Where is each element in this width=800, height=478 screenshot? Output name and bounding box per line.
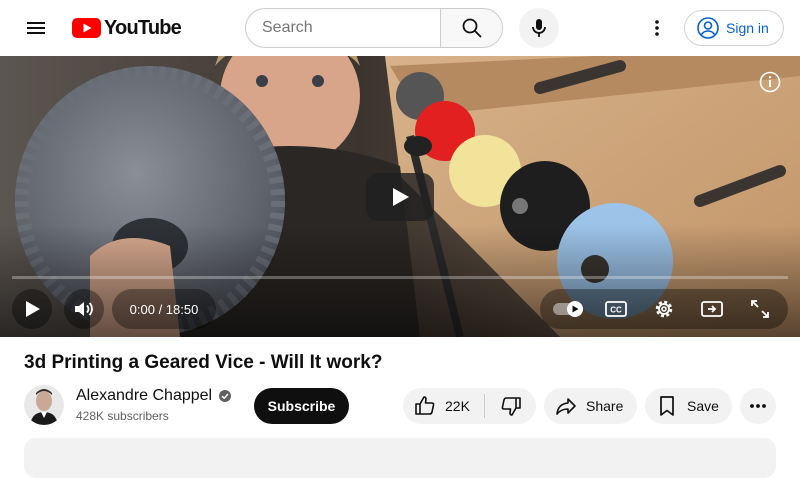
- more-horiz-icon: [750, 404, 766, 408]
- like-count: 22K: [445, 398, 470, 414]
- share-button[interactable]: Share: [544, 388, 637, 424]
- large-play-button[interactable]: [366, 173, 434, 221]
- thumbs-down-icon: [501, 397, 521, 416]
- masthead: YouTube Sign in: [0, 0, 800, 56]
- time-display: 0:00 / 18:50: [112, 289, 216, 329]
- fullscreen-button[interactable]: [748, 297, 772, 321]
- subscribe-button[interactable]: Subscribe: [254, 388, 349, 424]
- captions-icon: CC: [605, 301, 627, 317]
- youtube-logo[interactable]: YouTube: [72, 17, 182, 39]
- play-button[interactable]: [12, 289, 52, 329]
- play-icon: [393, 188, 409, 206]
- right-controls: CC: [540, 289, 788, 329]
- youtube-logo-icon: [72, 18, 101, 38]
- search-icon: [462, 18, 481, 38]
- miniplayer-button[interactable]: [700, 297, 724, 321]
- channel-name-text: Alexandre Chappel: [76, 387, 213, 404]
- dislike-button[interactable]: [485, 388, 536, 424]
- like-button[interactable]: 22K: [403, 388, 484, 424]
- save-label: Save: [687, 398, 719, 414]
- channel-avatar-image: [24, 385, 64, 425]
- video-player[interactable]: 0:00 / 18:50 CC: [0, 56, 800, 337]
- channel-avatar[interactable]: [24, 385, 64, 425]
- voice-search-button[interactable]: [519, 8, 559, 48]
- guide-menu-button[interactable]: [16, 8, 56, 48]
- settings-icon: [655, 300, 673, 318]
- search-button[interactable]: [440, 8, 503, 48]
- video-title: 3d Printing a Geared Vice - Will It work…: [24, 352, 383, 373]
- fullscreen-icon: [751, 300, 769, 318]
- search-input[interactable]: [245, 8, 440, 48]
- info-icon[interactable]: [758, 70, 782, 94]
- verified-icon: [219, 390, 232, 402]
- play-icon: [26, 301, 40, 317]
- share-icon: [556, 398, 576, 415]
- account-icon: [697, 17, 719, 39]
- volume-icon: [75, 302, 93, 316]
- svg-text:CC: CC: [610, 306, 622, 315]
- description-box[interactable]: [24, 438, 776, 478]
- channel-name[interactable]: Alexandre Chappel: [76, 387, 232, 405]
- more-vert-icon: [655, 20, 659, 36]
- youtube-logo-text: YouTube: [104, 17, 182, 39]
- share-label: Share: [586, 398, 624, 414]
- settings-button[interactable]: [652, 297, 676, 321]
- subscriber-count: 428K subscribers: [76, 409, 169, 423]
- captions-button[interactable]: CC: [604, 297, 628, 321]
- save-button[interactable]: Save: [645, 388, 732, 424]
- autoplay-toggle-icon: [553, 301, 583, 317]
- progress-bar[interactable]: [12, 276, 788, 279]
- mic-icon: [532, 19, 546, 37]
- autoplay-toggle[interactable]: [552, 297, 588, 321]
- bookmark-icon: [660, 396, 674, 416]
- like-dislike-group: 22K: [403, 388, 536, 424]
- search-bar: [245, 8, 503, 48]
- mute-button[interactable]: [64, 289, 104, 329]
- sign-in-label: Sign in: [726, 20, 769, 36]
- more-actions-button[interactable]: [740, 388, 776, 424]
- menu-icon: [27, 22, 45, 34]
- thumbs-up-icon: [415, 396, 435, 415]
- settings-menu-button[interactable]: [637, 8, 677, 48]
- sign-in-button[interactable]: Sign in: [684, 10, 784, 46]
- miniplayer-icon: [701, 301, 723, 317]
